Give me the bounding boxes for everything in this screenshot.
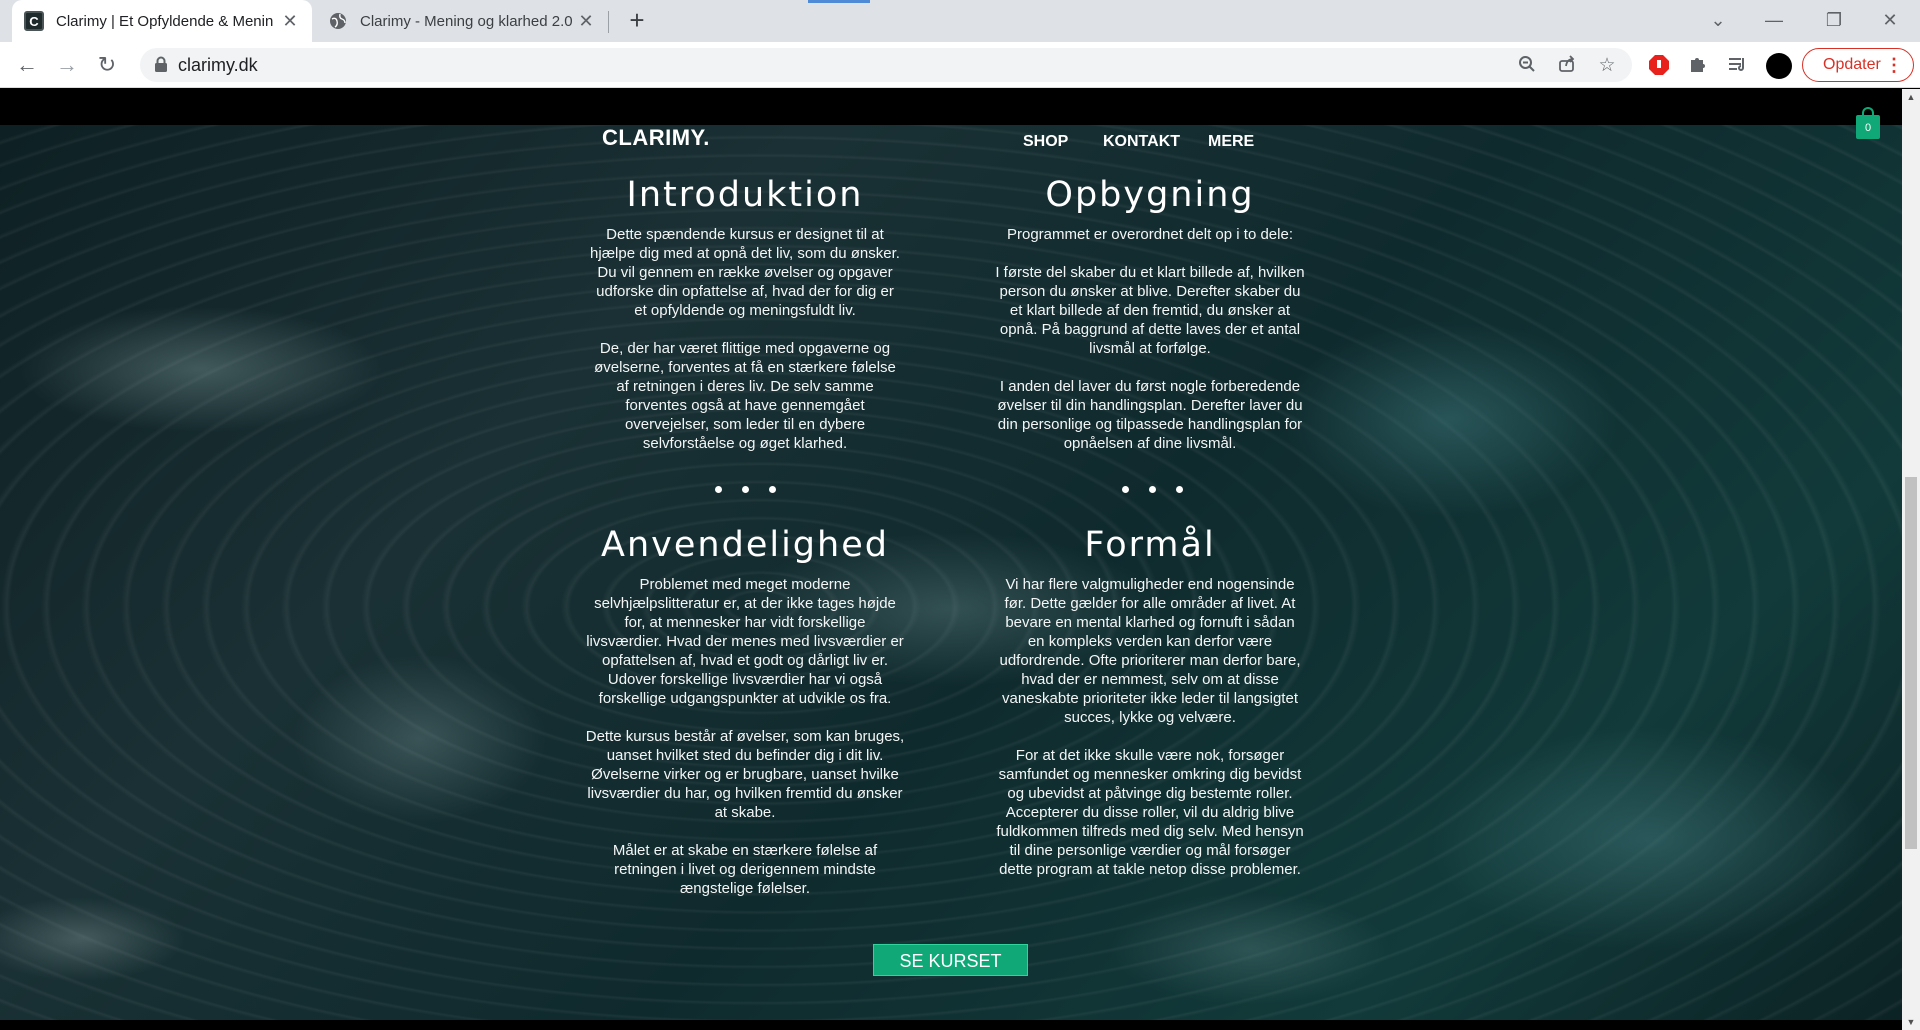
back-button[interactable]: ← (12, 50, 42, 80)
separator-dots (1122, 486, 1183, 493)
bookmark-star-icon[interactable]: ☆ (1596, 55, 1618, 77)
section-paragraph: For at det ikke skulle være nok, forsøge… (996, 747, 1304, 878)
section-paragraph: I første del skaber du et klart billede … (995, 264, 1305, 357)
extensions-puzzle-icon[interactable] (1688, 54, 1710, 76)
site-logo[interactable]: CLARIMY. (602, 125, 710, 151)
lock-icon[interactable] (154, 56, 168, 78)
section-paragraph: De, der har været flittige med opgaverne… (594, 340, 896, 452)
section-paragraph: Dette kursus består af øvelser, som kan … (585, 728, 905, 821)
section-title: Opbygning (1045, 175, 1255, 215)
nav-shop[interactable]: SHOP (1023, 133, 1068, 151)
nav-mere[interactable]: MERE (1208, 133, 1254, 151)
close-window-button[interactable]: ✕ (1862, 0, 1918, 42)
more-menu-icon[interactable]: ⋮ (1885, 49, 1903, 81)
tab-strip-accent (808, 0, 870, 3)
media-queue-icon[interactable] (1728, 54, 1750, 76)
reload-button[interactable]: ↻ (92, 50, 122, 80)
section-paragraph: Vi har flere valgmuligheder end nogensin… (999, 576, 1301, 726)
tab-title: Clarimy - Mening og klarhed 2.0 (360, 12, 573, 30)
url-text: clarimy.dk (178, 55, 258, 75)
tab-clarimy-active[interactable]: C Clarimy | Et Opfyldende & Menin ✕ (12, 0, 312, 42)
update-browser-button[interactable]: Opdater ⋮ (1802, 48, 1914, 82)
separator-dots (715, 486, 776, 493)
share-icon[interactable] (1556, 55, 1578, 77)
header-strip (0, 89, 1902, 125)
section-title: Introduktion (626, 175, 864, 215)
see-course-button[interactable]: SE KURSET (873, 944, 1028, 976)
nav-kontakt[interactable]: KONTAKT (1103, 133, 1180, 151)
section-paragraph: Problemet med meget moderne selvhjælpsli… (586, 576, 904, 707)
tab-search-chevron-icon[interactable]: ⌄ (1690, 0, 1746, 42)
scrollbar-thumb[interactable] (1905, 477, 1917, 849)
update-label: Opdater (1823, 56, 1881, 73)
globe-favicon-icon (328, 11, 348, 31)
section-opbygning: Opbygning Programmet er overordnet delt … (995, 175, 1305, 472)
profile-avatar[interactable] (1766, 53, 1792, 79)
section-title: Formål (1084, 525, 1216, 565)
section-formaal: Formål Vi har flere valgmuligheder end n… (995, 525, 1305, 898)
new-tab-button[interactable]: + (622, 6, 652, 36)
cart-count: 0 (1856, 115, 1880, 139)
tab-separator (608, 11, 609, 33)
section-paragraph: Dette spændende kursus er designet til a… (590, 226, 900, 319)
zoom-icon[interactable] (1516, 55, 1538, 77)
section-paragraph: I anden del laver du først nogle forbere… (997, 378, 1303, 452)
close-tab-icon[interactable]: ✕ (576, 11, 596, 32)
footer-strip (0, 1020, 1902, 1030)
page-viewport: CLARIMY. SHOP KONTAKT MERE 0 Introduktio… (0, 89, 1902, 1030)
section-paragraph: Målet er at skabe en stærkere følelse af… (612, 842, 878, 897)
section-introduktion: Introduktion Dette spændende kursus er d… (590, 175, 900, 472)
minimize-button[interactable]: — (1746, 0, 1802, 42)
browser-tab-strip: C Clarimy | Et Opfyldende & Menin ✕ Clar… (0, 0, 1920, 42)
restore-button[interactable]: ❐ (1806, 0, 1862, 42)
tab-clarimy-2[interactable]: Clarimy - Mening og klarhed 2.0 ✕ (316, 0, 608, 42)
adblock-extension-icon[interactable] (1648, 54, 1670, 76)
section-anvendelighed: Anvendelighed Problemet med meget modern… (585, 525, 905, 917)
section-title: Anvendelighed (601, 525, 889, 565)
forward-button[interactable]: → (52, 50, 82, 80)
shopping-cart-icon[interactable]: 0 (1856, 107, 1880, 139)
clarimy-favicon-icon: C (24, 11, 44, 31)
close-tab-icon[interactable]: ✕ (280, 11, 300, 32)
address-bar[interactable]: clarimy.dk ☆ (140, 48, 1632, 82)
browser-toolbar: ← → ↻ clarimy.dk ☆ Opdater ⋮ (0, 42, 1920, 88)
scroll-down-arrow-icon[interactable]: ▼ (1902, 1014, 1920, 1030)
tab-title: Clarimy | Et Opfyldende & Menin (56, 12, 274, 30)
section-paragraph: Programmet er overordnet delt op i to de… (1007, 226, 1293, 243)
scroll-up-arrow-icon[interactable]: ▲ (1902, 89, 1920, 105)
page-scrollbar[interactable]: ▲ ▼ (1902, 89, 1920, 1030)
